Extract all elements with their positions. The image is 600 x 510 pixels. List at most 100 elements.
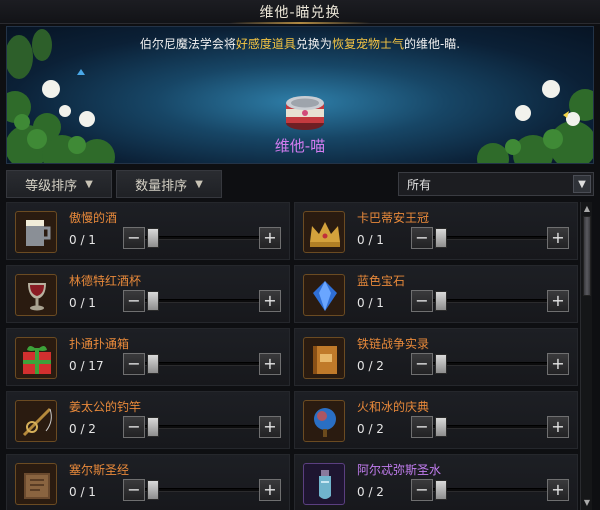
increase-button[interactable]: + xyxy=(259,290,281,312)
slider-thumb[interactable] xyxy=(147,354,159,374)
minus-icon: − xyxy=(415,417,429,436)
slider-thumb[interactable] xyxy=(147,291,159,311)
item-count: 0 / 2 xyxy=(69,422,96,436)
item-count: 0 / 1 xyxy=(357,233,384,247)
slider-thumb[interactable] xyxy=(435,354,447,374)
slider-track[interactable] xyxy=(145,299,259,303)
item-name: 阿尔忒弥斯圣水 xyxy=(357,463,442,477)
item-row: 林德特红酒杯 0 / 1− + xyxy=(6,265,290,323)
minus-icon: − xyxy=(127,354,141,373)
scroll-down-arrow-icon[interactable]: ▼ xyxy=(582,498,592,508)
minus-icon: − xyxy=(127,480,141,499)
list-scrollbar[interactable]: ▲ ▼ xyxy=(580,202,592,510)
plus-icon: + xyxy=(551,291,565,310)
slider-track[interactable] xyxy=(433,488,547,492)
decrease-button[interactable]: − xyxy=(123,290,145,312)
slider-thumb[interactable] xyxy=(147,417,159,437)
slider-thumb[interactable] xyxy=(435,291,447,311)
item-list: 傲慢的酒 0 / 1− + 卡巴蒂安王冠 0 / 1− + 林德特红酒杯 0 / 1− + 蓝色宝… xyxy=(6,202,578,510)
decrease-button[interactable]: − xyxy=(123,353,145,375)
plus-icon: + xyxy=(551,354,565,373)
book-icon xyxy=(303,337,345,379)
quantity-slider[interactable]: − + xyxy=(123,290,281,312)
increase-button[interactable]: + xyxy=(547,479,569,501)
item-name: 蓝色宝石 xyxy=(357,274,406,288)
slider-thumb[interactable] xyxy=(435,480,447,500)
increase-button[interactable]: + xyxy=(547,290,569,312)
quantity-sort-button[interactable]: 数量排序 ▼ xyxy=(116,170,222,198)
item-row: 蓝色宝石 0 / 1− + xyxy=(294,265,578,323)
desc-highlight-affection-item: 好感度道具 xyxy=(235,37,296,51)
item-count: 0 / 1 xyxy=(357,296,384,310)
slider-thumb[interactable] xyxy=(147,228,159,248)
item-row: 扑通扑通箱 0 / 17− + xyxy=(6,328,290,386)
minus-icon: − xyxy=(127,417,141,436)
quantity-slider[interactable]: − + xyxy=(411,290,569,312)
item-row: 卡巴蒂安王冠 0 / 1− + xyxy=(294,202,578,260)
decrease-button[interactable]: − xyxy=(411,353,433,375)
slider-track[interactable] xyxy=(433,236,547,240)
crystal-orb-icon xyxy=(303,400,345,442)
quantity-slider[interactable]: − + xyxy=(411,479,569,501)
gift-box-icon xyxy=(15,337,57,379)
category-filter-dropdown[interactable]: 所有 ▼ xyxy=(398,172,594,196)
quantity-sort-label: 数量排序 xyxy=(135,178,188,194)
quantity-slider[interactable]: − + xyxy=(411,353,569,375)
scripture-icon xyxy=(15,463,57,505)
item-name: 火和冰的庆典 xyxy=(357,400,430,414)
decrease-button[interactable]: − xyxy=(411,479,433,501)
slider-thumb[interactable] xyxy=(435,228,447,248)
quantity-slider[interactable]: − + xyxy=(123,227,281,249)
scrollbar-thumb[interactable] xyxy=(583,216,591,296)
exchange-banner: 伯尔尼魔法学会将好感度道具兑换为恢复宠物士气的维他-瞄. 维他-喵 xyxy=(6,26,594,164)
increase-button[interactable]: + xyxy=(547,353,569,375)
wine-goblet-icon xyxy=(15,274,57,316)
quantity-slider[interactable]: − + xyxy=(411,416,569,438)
decrease-button[interactable]: − xyxy=(123,479,145,501)
item-count: 0 / 2 xyxy=(357,359,384,373)
item-count: 0 / 2 xyxy=(357,485,384,499)
slider-track[interactable] xyxy=(433,299,547,303)
item-name: 林德特红酒杯 xyxy=(69,274,142,288)
increase-button[interactable]: + xyxy=(547,416,569,438)
level-sort-button[interactable]: 等级排序 ▼ xyxy=(6,170,112,198)
item-row: 阿尔忒弥斯圣水 0 / 2− + xyxy=(294,454,578,510)
scroll-up-arrow-icon[interactable]: ▲ xyxy=(582,204,592,214)
decrease-button[interactable]: − xyxy=(123,416,145,438)
slider-track[interactable] xyxy=(145,236,259,240)
plus-icon: + xyxy=(263,354,277,373)
slider-track[interactable] xyxy=(145,488,259,492)
plus-icon: + xyxy=(551,480,565,499)
increase-button[interactable]: + xyxy=(259,227,281,249)
plus-icon: + xyxy=(551,417,565,436)
item-row: 傲慢的酒 0 / 1− + xyxy=(6,202,290,260)
plus-icon: + xyxy=(263,228,277,247)
item-name: 塞尔斯圣经 xyxy=(69,463,130,477)
slider-track[interactable] xyxy=(433,362,547,366)
quantity-slider[interactable]: − + xyxy=(123,416,281,438)
item-count: 0 / 17 xyxy=(69,359,104,373)
decrease-button[interactable]: − xyxy=(123,227,145,249)
slider-track[interactable] xyxy=(433,425,547,429)
chevron-down-icon[interactable]: ▼ xyxy=(573,175,591,193)
quantity-slider[interactable]: − + xyxy=(123,353,281,375)
window-titlebar: 维他-瞄兑换 xyxy=(0,0,600,24)
decrease-button[interactable]: − xyxy=(411,290,433,312)
item-count: 0 / 1 xyxy=(69,233,96,247)
increase-button[interactable]: + xyxy=(259,353,281,375)
slider-thumb[interactable] xyxy=(435,417,447,437)
decrease-button[interactable]: − xyxy=(411,416,433,438)
increase-button[interactable]: + xyxy=(547,227,569,249)
decrease-button[interactable]: − xyxy=(411,227,433,249)
slider-track[interactable] xyxy=(145,362,259,366)
item-name: 铁链战争实录 xyxy=(357,337,430,351)
increase-button[interactable]: + xyxy=(259,479,281,501)
slider-thumb[interactable] xyxy=(147,480,159,500)
blue-gem-icon xyxy=(303,274,345,316)
quantity-slider[interactable]: − + xyxy=(123,479,281,501)
increase-button[interactable]: + xyxy=(259,416,281,438)
quantity-slider[interactable]: − + xyxy=(411,227,569,249)
window-title: 维他-瞄兑换 xyxy=(259,4,341,21)
exchange-description: 伯尔尼魔法学会将好感度道具兑换为恢复宠物士气的维他-瞄. xyxy=(7,35,593,52)
slider-track[interactable] xyxy=(145,425,259,429)
